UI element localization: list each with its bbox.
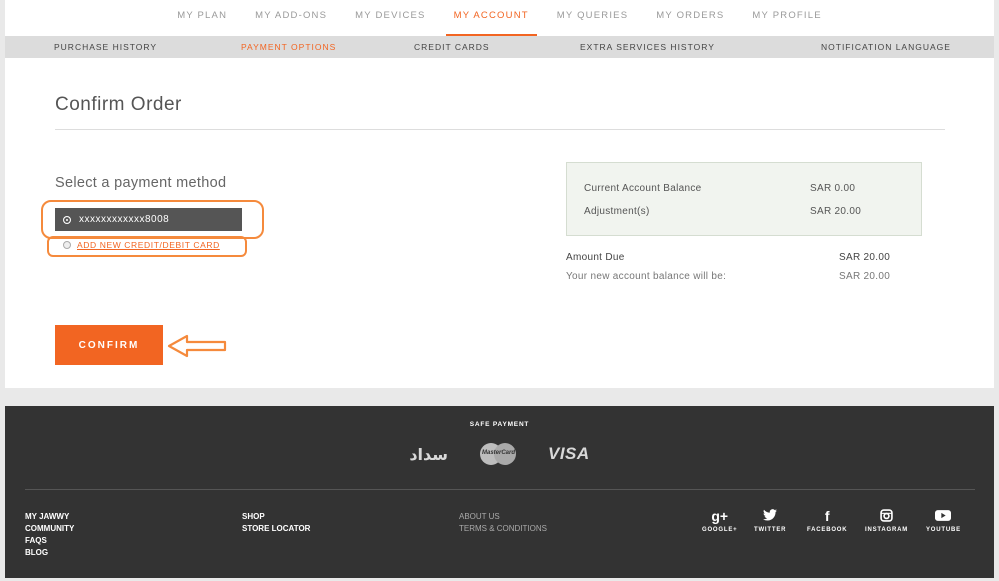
visa-logo: VISA — [547, 444, 590, 463]
nav-my-plan[interactable]: MY PLAN — [163, 0, 241, 36]
footer-link-my-jawwy[interactable]: MY JAWWY — [25, 511, 74, 523]
highlight-add-card — [47, 236, 247, 257]
payment-method-heading: Select a payment method — [55, 175, 227, 191]
nav-my-profile[interactable]: MY PROFILE — [738, 0, 835, 36]
sadad-logo: سداد — [409, 444, 448, 464]
instagram-icon — [880, 509, 893, 524]
safe-payment-label: SAFE PAYMENT — [469, 421, 530, 428]
top-nav: MY PLAN MY ADD-ONS MY DEVICES MY ACCOUNT… — [5, 0, 994, 36]
social-instagram[interactable]: INSTAGRAM — [865, 509, 908, 533]
social-label: TWITTER — [754, 527, 787, 533]
sub-nav: PURCHASE HISTORY PAYMENT OPTIONS CREDIT … — [5, 36, 994, 58]
subnav-extra-services-history[interactable]: EXTRA SERVICES HISTORY — [580, 36, 715, 58]
arrow-left-icon — [167, 334, 227, 358]
current-balance-label: Current Account Balance — [584, 183, 702, 194]
subnav-notification-language[interactable]: NOTIFICATION LANGUAGE — [821, 36, 951, 58]
adjustment-value: SAR 20.00 — [810, 206, 862, 217]
footer-link-shop[interactable]: SHOP — [242, 511, 310, 523]
footer-link-about-us[interactable]: ABOUT US — [459, 511, 547, 523]
page-title: Confirm Order — [55, 94, 182, 115]
social-youtube[interactable]: YOUTUBE — [926, 509, 961, 533]
subnav-credit-cards[interactable]: CREDIT CARDS — [414, 36, 490, 58]
footer-col-1: MY JAWWY COMMUNITY FAQS BLOG — [25, 511, 74, 559]
nav-my-account[interactable]: MY ACCOUNT — [440, 0, 543, 36]
adjustment-label: Adjustment(s) — [584, 206, 650, 217]
footer-divider — [25, 489, 975, 490]
mastercard-logo: MasterCard — [479, 443, 516, 465]
footer-link-faqs[interactable]: FAQS — [25, 535, 74, 547]
google-plus-icon: g+ — [711, 508, 729, 524]
social-label: YOUTUBE — [926, 527, 961, 533]
social-facebook[interactable]: f FACEBOOK — [807, 508, 848, 534]
new-balance-label: Your new account balance will be: — [566, 271, 727, 282]
payment-logos: سداد MasterCard VISA — [5, 443, 994, 465]
social-label: INSTAGRAM — [865, 527, 909, 533]
footer-link-store-locator[interactable]: STORE LOCATOR — [242, 523, 310, 535]
twitter-icon — [763, 509, 778, 524]
highlight-card-option — [41, 200, 264, 239]
subnav-payment-options[interactable]: PAYMENT OPTIONS — [241, 36, 336, 58]
social-label: GOOGLE+ — [702, 527, 738, 533]
footer-link-blog[interactable]: BLOG — [25, 547, 74, 559]
amount-due-value: SAR 20.00 — [839, 252, 891, 263]
social-label: FACEBOOK — [807, 527, 848, 533]
new-balance-value: SAR 20.00 — [839, 271, 891, 282]
nav-my-add-ons[interactable]: MY ADD-ONS — [241, 0, 341, 36]
nav-my-orders[interactable]: MY ORDERS — [642, 0, 738, 36]
social-google-plus[interactable]: g+ GOOGLE+ — [702, 508, 738, 534]
youtube-icon — [935, 509, 952, 524]
current-balance-value: SAR 0.00 — [810, 183, 856, 194]
footer: SAFE PAYMENT سداد MasterCard VISA MY JAW… — [5, 406, 994, 578]
confirm-button[interactable]: CONFIRM — [55, 325, 163, 365]
footer-link-community[interactable]: COMMUNITY — [25, 523, 74, 535]
nav-my-queries[interactable]: MY QUERIES — [543, 0, 642, 36]
footer-col-3: ABOUT US TERMS & CONDITIONS — [459, 511, 547, 535]
footer-link-terms[interactable]: TERMS & CONDITIONS — [459, 523, 547, 535]
facebook-icon: f — [824, 508, 830, 524]
footer-col-2: SHOP STORE LOCATOR — [242, 511, 310, 535]
balance-box: Current Account Balance SAR 0.00 Adjustm… — [566, 162, 922, 236]
title-divider — [55, 129, 945, 130]
nav-my-devices[interactable]: MY DEVICES — [341, 0, 439, 36]
page: MY PLAN MY ADD-ONS MY DEVICES MY ACCOUNT… — [0, 0, 999, 581]
subnav-purchase-history[interactable]: PURCHASE HISTORY — [54, 36, 157, 58]
social-twitter[interactable]: TWITTER — [754, 509, 786, 533]
main-content: Confirm Order Select a payment method xx… — [5, 58, 994, 388]
amount-due-label: Amount Due — [566, 252, 625, 263]
